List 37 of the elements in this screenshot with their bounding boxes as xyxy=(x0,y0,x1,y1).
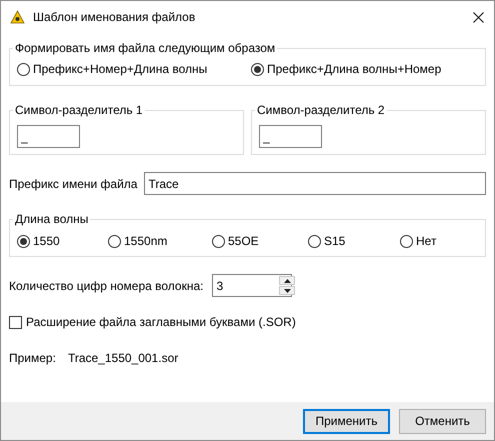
spin-down-button[interactable] xyxy=(279,286,296,295)
close-icon[interactable] xyxy=(473,12,484,22)
dialog-button[interactable]: Отменить xyxy=(399,408,486,434)
digits-spinbox[interactable]: 3 xyxy=(212,274,292,297)
prefix-input[interactable]: Trace xyxy=(144,172,486,195)
radio-option[interactable]: S15 xyxy=(308,234,400,248)
group-legend: Символ-разделитель 2 xyxy=(255,103,387,117)
radio-icon[interactable] xyxy=(400,234,413,248)
radio-option[interactable]: 55OE xyxy=(212,234,308,248)
dialog-button[interactable]: Применить xyxy=(303,408,390,434)
radio-option[interactable]: 1550nm xyxy=(108,234,212,248)
separator-input[interactable]: _ xyxy=(259,125,322,148)
caret-down-icon xyxy=(284,288,291,292)
radio-option[interactable]: Префикс+Номер+Длина волны xyxy=(17,62,251,76)
warning-icon xyxy=(10,10,25,24)
field-label: Количество цифр номера волокна: xyxy=(9,278,204,292)
radio-icon[interactable] xyxy=(108,234,121,248)
checkbox[interactable] xyxy=(9,316,22,328)
radio-option[interactable]: 1550 xyxy=(17,234,108,248)
field-label: Префикс имени файла xyxy=(9,176,138,190)
radio-option[interactable]: Префикс+Длина волны+Номер xyxy=(251,62,451,76)
checkbox-label[interactable]: Расширение файла заглавными буквами (.SOR) xyxy=(26,315,296,329)
group-legend: Формировать имя файла следующим образом xyxy=(13,41,278,55)
radio-icon[interactable] xyxy=(308,234,321,248)
spin-up-button[interactable] xyxy=(279,276,296,285)
group-legend: Длина волны xyxy=(13,212,90,226)
separator-input[interactable]: _ xyxy=(17,125,80,148)
example-filename: Trace_1550_001.sor xyxy=(68,351,178,365)
group-legend: Символ-разделитель 1 xyxy=(13,103,145,117)
radio-icon[interactable] xyxy=(17,62,30,76)
radio-icon[interactable] xyxy=(251,62,264,76)
radio-option[interactable]: Нет xyxy=(400,234,460,248)
radio-icon[interactable] xyxy=(17,234,30,248)
caret-up-icon xyxy=(284,278,291,282)
example-label: Пример: xyxy=(9,351,56,365)
window-title: Шаблон именования файлов xyxy=(33,10,196,24)
radio-icon[interactable] xyxy=(212,234,225,248)
